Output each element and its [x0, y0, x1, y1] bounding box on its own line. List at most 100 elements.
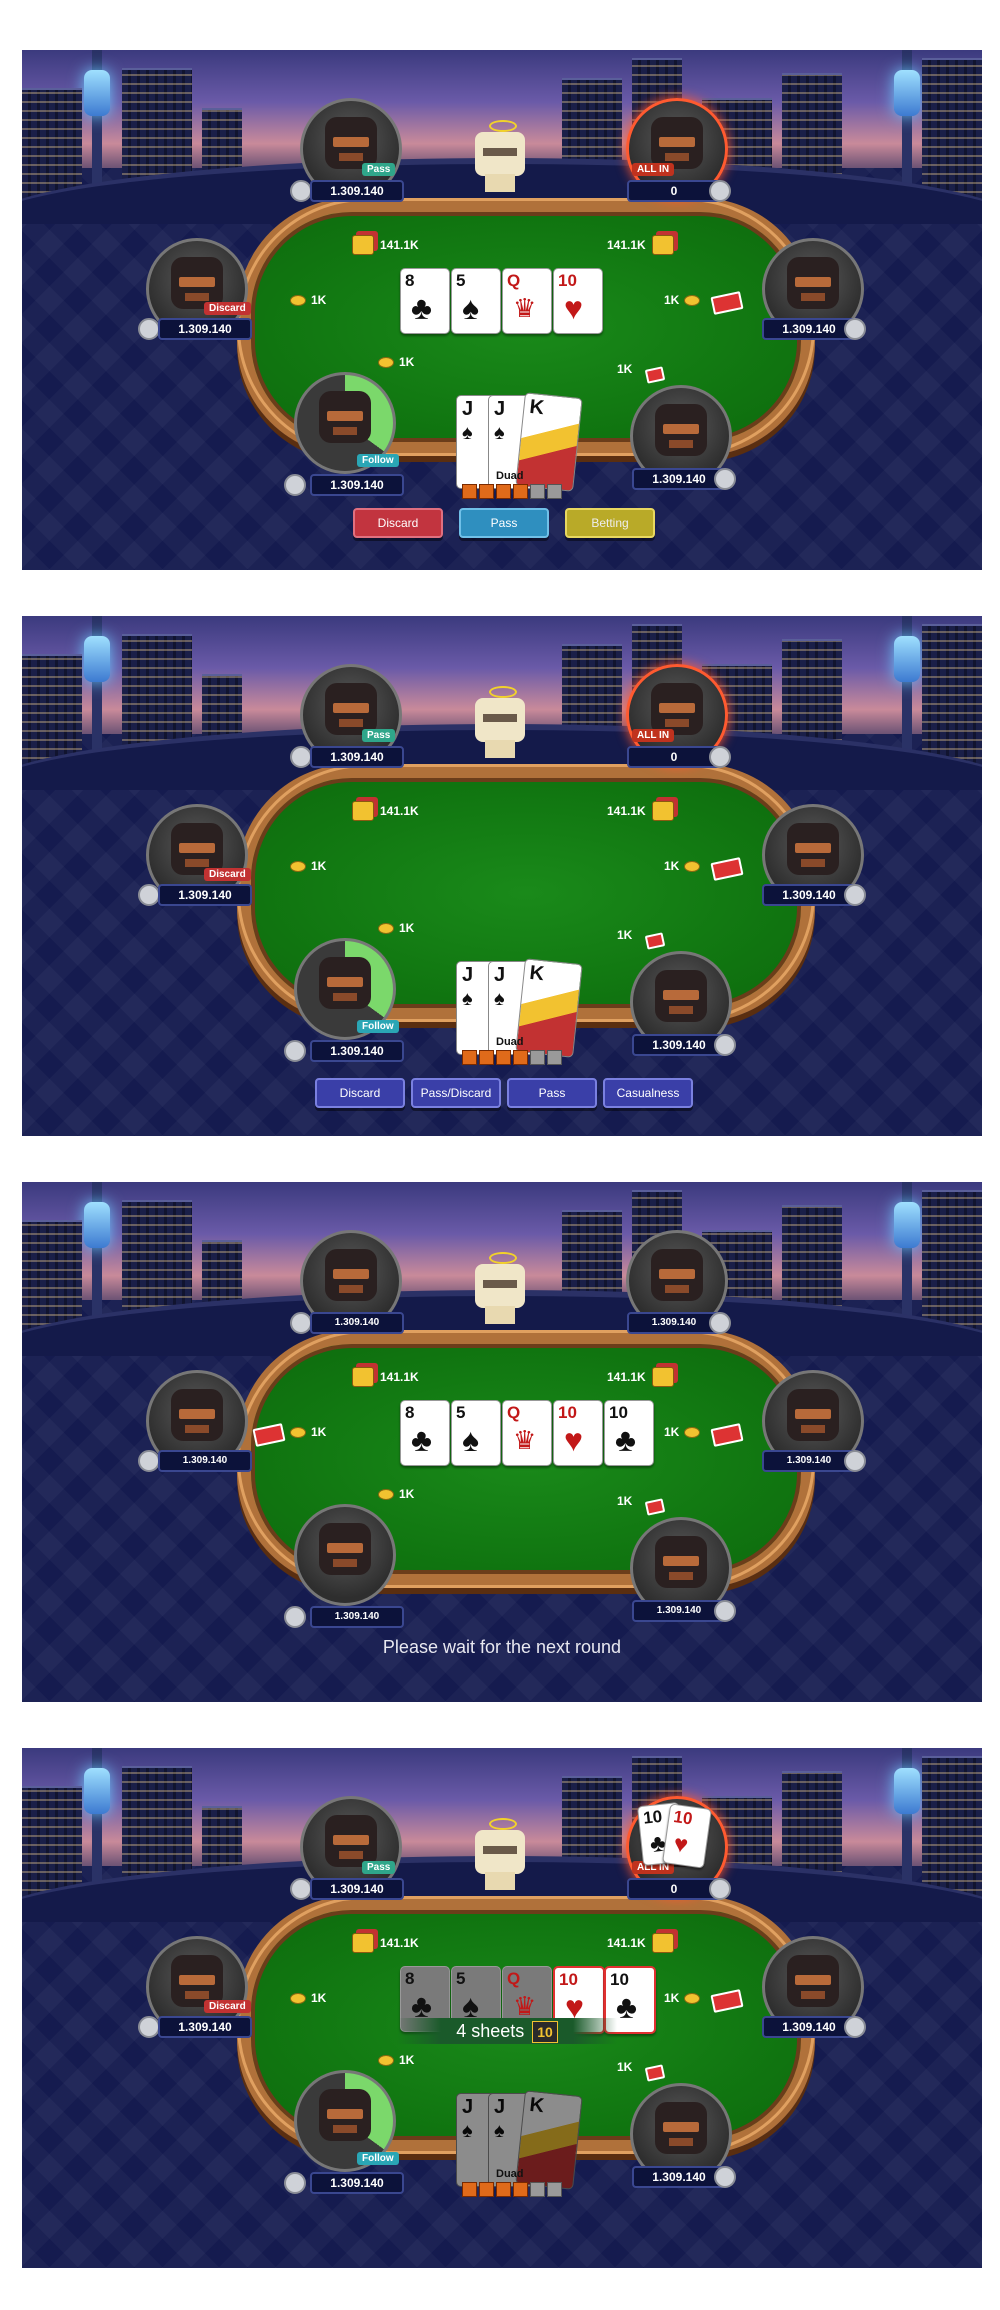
chip-stack-icon [352, 1367, 374, 1387]
bet-right: 1K [664, 1991, 701, 2005]
halo-icon [489, 1252, 517, 1264]
player-avatar [319, 2089, 371, 2141]
player-avatar [655, 404, 707, 456]
community-card: 8 ♣ [400, 1400, 450, 1466]
betting-button[interactable]: Betting [565, 508, 655, 538]
player-chips: 1.309.140 [310, 1878, 404, 1900]
casualness-button[interactable]: Casualness [603, 1078, 693, 1108]
bet-left: 1K [290, 1425, 326, 1439]
player-avatar [319, 391, 371, 443]
bet-bottom-left: 1K [378, 2053, 414, 2067]
player-chips: 1.309.140 [632, 1034, 726, 1056]
pot-right: 141.1K [607, 1933, 674, 1953]
discard-button[interactable]: Discard [315, 1078, 405, 1108]
chip-icon [684, 1992, 701, 2004]
lantern-icon [894, 636, 920, 682]
pass-button[interactable]: Pass [507, 1078, 597, 1108]
chip-icon [714, 1034, 736, 1056]
hand-card[interactable]: K [515, 392, 583, 492]
player-avatar [319, 957, 371, 1009]
pot-right: 141.1K [607, 801, 674, 821]
chip-icon [284, 2172, 306, 2194]
chip-icon [684, 294, 701, 306]
action-tag: ALL IN [632, 163, 675, 176]
discard-button[interactable]: Discard [353, 508, 443, 538]
bet-bottom-left: 1K [378, 355, 414, 369]
player-chips: 1.309.140 [158, 318, 252, 340]
dealer-avatar [475, 1252, 525, 1324]
player-avatar [655, 2102, 707, 2154]
lantern-icon [894, 70, 920, 116]
chip-icon [290, 860, 306, 872]
player-avatar [325, 683, 377, 735]
chip-icon [138, 2016, 160, 2038]
player-avatar [171, 1389, 223, 1441]
halo-icon [489, 686, 517, 698]
lantern-icon [894, 1202, 920, 1248]
chip-icon [378, 922, 394, 934]
action-tag: Follow [357, 2152, 399, 2165]
chip-stack-icon [651, 801, 674, 821]
pass-discard-button[interactable]: Pass/Discard [411, 1078, 501, 1108]
action-tag: Discard [204, 868, 251, 881]
chip-icon [378, 356, 394, 368]
player-chips: 1.309.140 [762, 318, 856, 340]
chip-icon [284, 1040, 306, 1062]
community-card: 5 ♠ [451, 268, 501, 334]
player-avatar [655, 970, 707, 1022]
player-avatar [325, 1249, 377, 1301]
pot-right-amount: 141.1K [607, 238, 646, 252]
player-chips: 1.309.140 [158, 884, 252, 906]
player-avatar [787, 823, 839, 875]
hand-card[interactable]: K [515, 958, 583, 1058]
bet-left: 1K [290, 293, 326, 307]
chip-icon [714, 468, 736, 490]
action-tag: Follow [357, 454, 399, 467]
dealer-avatar [475, 1818, 525, 1890]
action-tag: Pass [362, 1861, 396, 1874]
chip-icon [138, 884, 160, 906]
chip-stack-icon [651, 1933, 674, 1953]
player-avatar [651, 117, 703, 169]
player-chips: 1.309.140 [310, 474, 404, 496]
wait-message: Please wait for the next round [382, 1637, 622, 1657]
player-chips: 1.309.140 [310, 1312, 404, 1334]
pot-right-amount: 141.1K [607, 804, 646, 818]
chip-icon [290, 1878, 312, 1900]
player-chips: 1.309.140 [310, 2172, 404, 2194]
hand-rank-label: Duad [496, 2168, 524, 2180]
chip-stack-icon [352, 801, 374, 821]
bet-bottom-right: 1K [617, 928, 633, 942]
player-chips: 1.309.140 [158, 1450, 252, 1472]
pass-button[interactable]: Pass [459, 508, 549, 538]
lantern-icon [894, 1768, 920, 1814]
chip-icon [290, 1312, 312, 1334]
result-banner: 4 sheets 10 [397, 2018, 617, 2044]
player-chips: 1.309.140 [762, 884, 856, 906]
player-avatar [325, 117, 377, 169]
chip-icon [844, 2016, 866, 2038]
player-chips: 1.309.140 [310, 746, 404, 768]
player-avatar [325, 1815, 377, 1867]
player-avatar [787, 1389, 839, 1441]
chip-icon [684, 860, 701, 872]
bet-left: 1K [290, 1991, 326, 2005]
chip-icon [284, 1606, 306, 1628]
dealer-avatar [475, 120, 525, 192]
chip-icon [714, 1600, 736, 1622]
chip-icon [290, 294, 306, 306]
hand-card[interactable]: K [515, 2090, 583, 2190]
chip-icon [709, 1878, 731, 1900]
chip-icon [844, 1450, 866, 1472]
poker-table-screen-1: 141.1K 141.1K 1K 1K 1K 1K 8 ♣ 5 ♠ Q ♛ 10 ♥ Pass [22, 50, 982, 570]
player-avatar [787, 1955, 839, 2007]
hand-rank-label: Duad [496, 470, 524, 482]
pot-left: 141.1K [352, 235, 419, 255]
chip-icon [709, 1312, 731, 1334]
player-chips: 1.309.140 [158, 2016, 252, 2038]
player-chips: 1.309.140 [762, 1450, 856, 1472]
halo-icon [489, 1818, 517, 1830]
community-card: 8 ♣ [400, 268, 450, 334]
seat-bottom-left[interactable] [294, 1504, 396, 1606]
pot-left-amount: 141.1K [380, 1936, 419, 1950]
